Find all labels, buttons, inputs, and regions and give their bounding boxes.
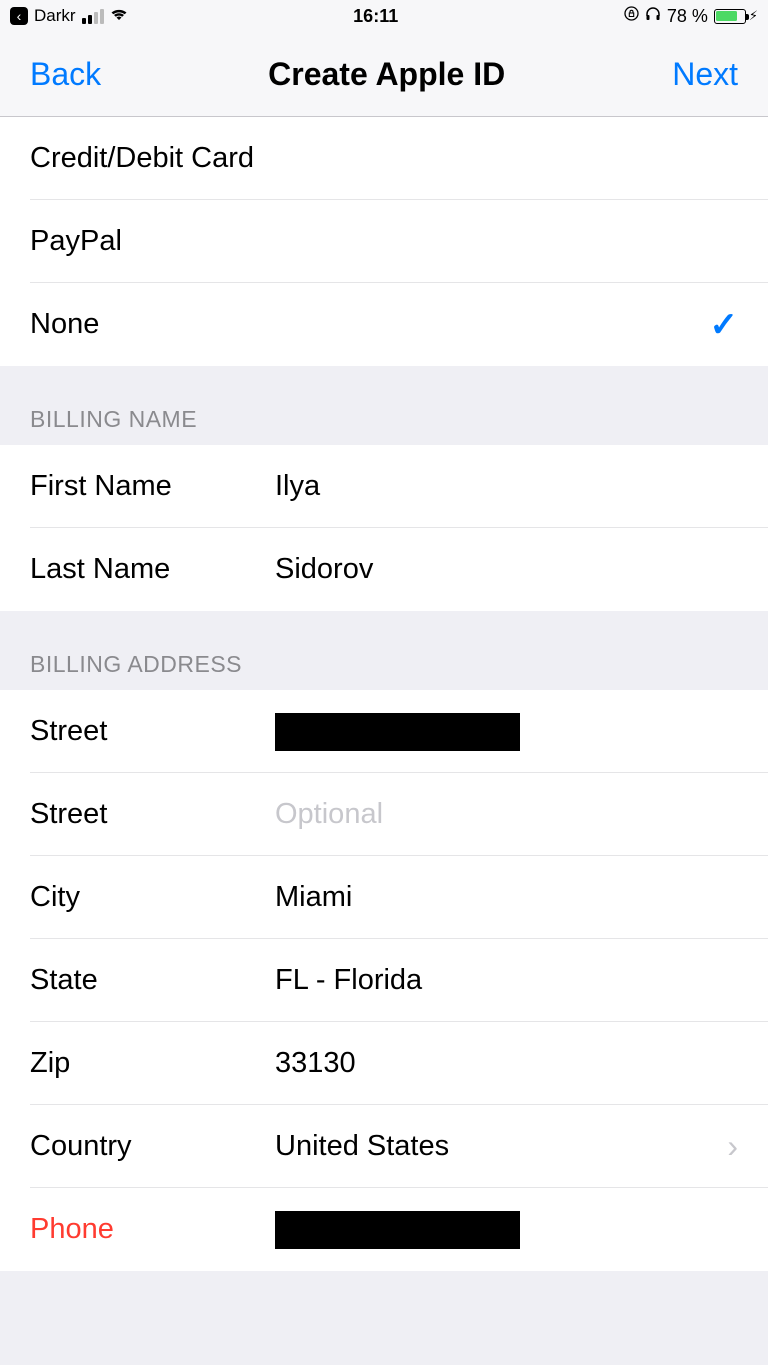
zip-label: Zip — [30, 1047, 275, 1080]
payment-option-label: PayPal — [30, 225, 738, 258]
state-label: State — [30, 964, 275, 997]
country-row[interactable]: Country United States › — [0, 1105, 768, 1188]
country-value: United States — [275, 1130, 727, 1163]
payment-option-label: None — [30, 308, 710, 341]
street2-input[interactable] — [275, 798, 738, 831]
app-back-icon[interactable]: ‹ — [10, 7, 28, 25]
billing-name-header: BILLING NAME — [0, 366, 768, 445]
first-name-input[interactable] — [275, 470, 738, 503]
billing-address-section: Street Street City State Zip Country Uni… — [0, 690, 768, 1271]
payment-section: Credit/Debit Card PayPal None ✓ — [0, 117, 768, 366]
last-name-row[interactable]: Last Name — [0, 528, 768, 611]
first-name-row[interactable]: First Name — [0, 445, 768, 528]
status-time: 16:11 — [353, 6, 398, 27]
country-label: Country — [30, 1130, 275, 1163]
headphones-icon — [645, 6, 661, 26]
street2-row[interactable]: Street — [0, 773, 768, 856]
rotation-lock-icon — [624, 6, 639, 26]
state-row[interactable]: State — [0, 939, 768, 1022]
payment-option-none[interactable]: None ✓ — [0, 283, 768, 366]
phone-row[interactable]: Phone — [0, 1188, 768, 1271]
wifi-icon — [110, 7, 128, 26]
last-name-label: Last Name — [30, 553, 275, 586]
street1-label: Street — [30, 715, 275, 748]
chevron-right-icon: › — [727, 1128, 738, 1165]
status-right: 78 % ⚡︎ — [624, 6, 758, 27]
bottom-spacer — [0, 1271, 768, 1286]
battery-fill — [716, 11, 737, 21]
street1-redacted — [275, 713, 520, 751]
page-title: Create Apple ID — [268, 56, 505, 93]
charging-icon: ⚡︎ — [749, 8, 758, 24]
zip-input[interactable] — [275, 1047, 738, 1080]
payment-option-label: Credit/Debit Card — [30, 142, 738, 175]
status-left: ‹ Darkr — [10, 6, 128, 26]
phone-redacted — [275, 1211, 520, 1249]
next-button[interactable]: Next — [672, 56, 738, 93]
city-label: City — [30, 881, 275, 914]
last-name-input[interactable] — [275, 553, 738, 586]
payment-option-credit[interactable]: Credit/Debit Card — [0, 117, 768, 200]
zip-row[interactable]: Zip — [0, 1022, 768, 1105]
state-input[interactable] — [275, 964, 738, 997]
city-row[interactable]: City — [0, 856, 768, 939]
billing-name-section: First Name Last Name — [0, 445, 768, 611]
city-input[interactable] — [275, 881, 738, 914]
payment-option-paypal[interactable]: PayPal — [0, 200, 768, 283]
checkmark-icon: ✓ — [710, 305, 739, 345]
first-name-label: First Name — [30, 470, 275, 503]
street2-label: Street — [30, 798, 275, 831]
signal-icon — [82, 9, 104, 24]
street1-row[interactable]: Street — [0, 690, 768, 773]
phone-label: Phone — [30, 1213, 275, 1246]
nav-bar: Back Create Apple ID Next — [0, 32, 768, 117]
billing-address-header: BILLING ADDRESS — [0, 611, 768, 690]
status-bar: ‹ Darkr 16:11 78 % ⚡︎ — [0, 0, 768, 32]
battery-pct: 78 % — [667, 6, 708, 27]
carrier-label: Darkr — [34, 6, 76, 26]
back-button[interactable]: Back — [30, 56, 101, 93]
battery-icon: ⚡︎ — [714, 8, 758, 24]
